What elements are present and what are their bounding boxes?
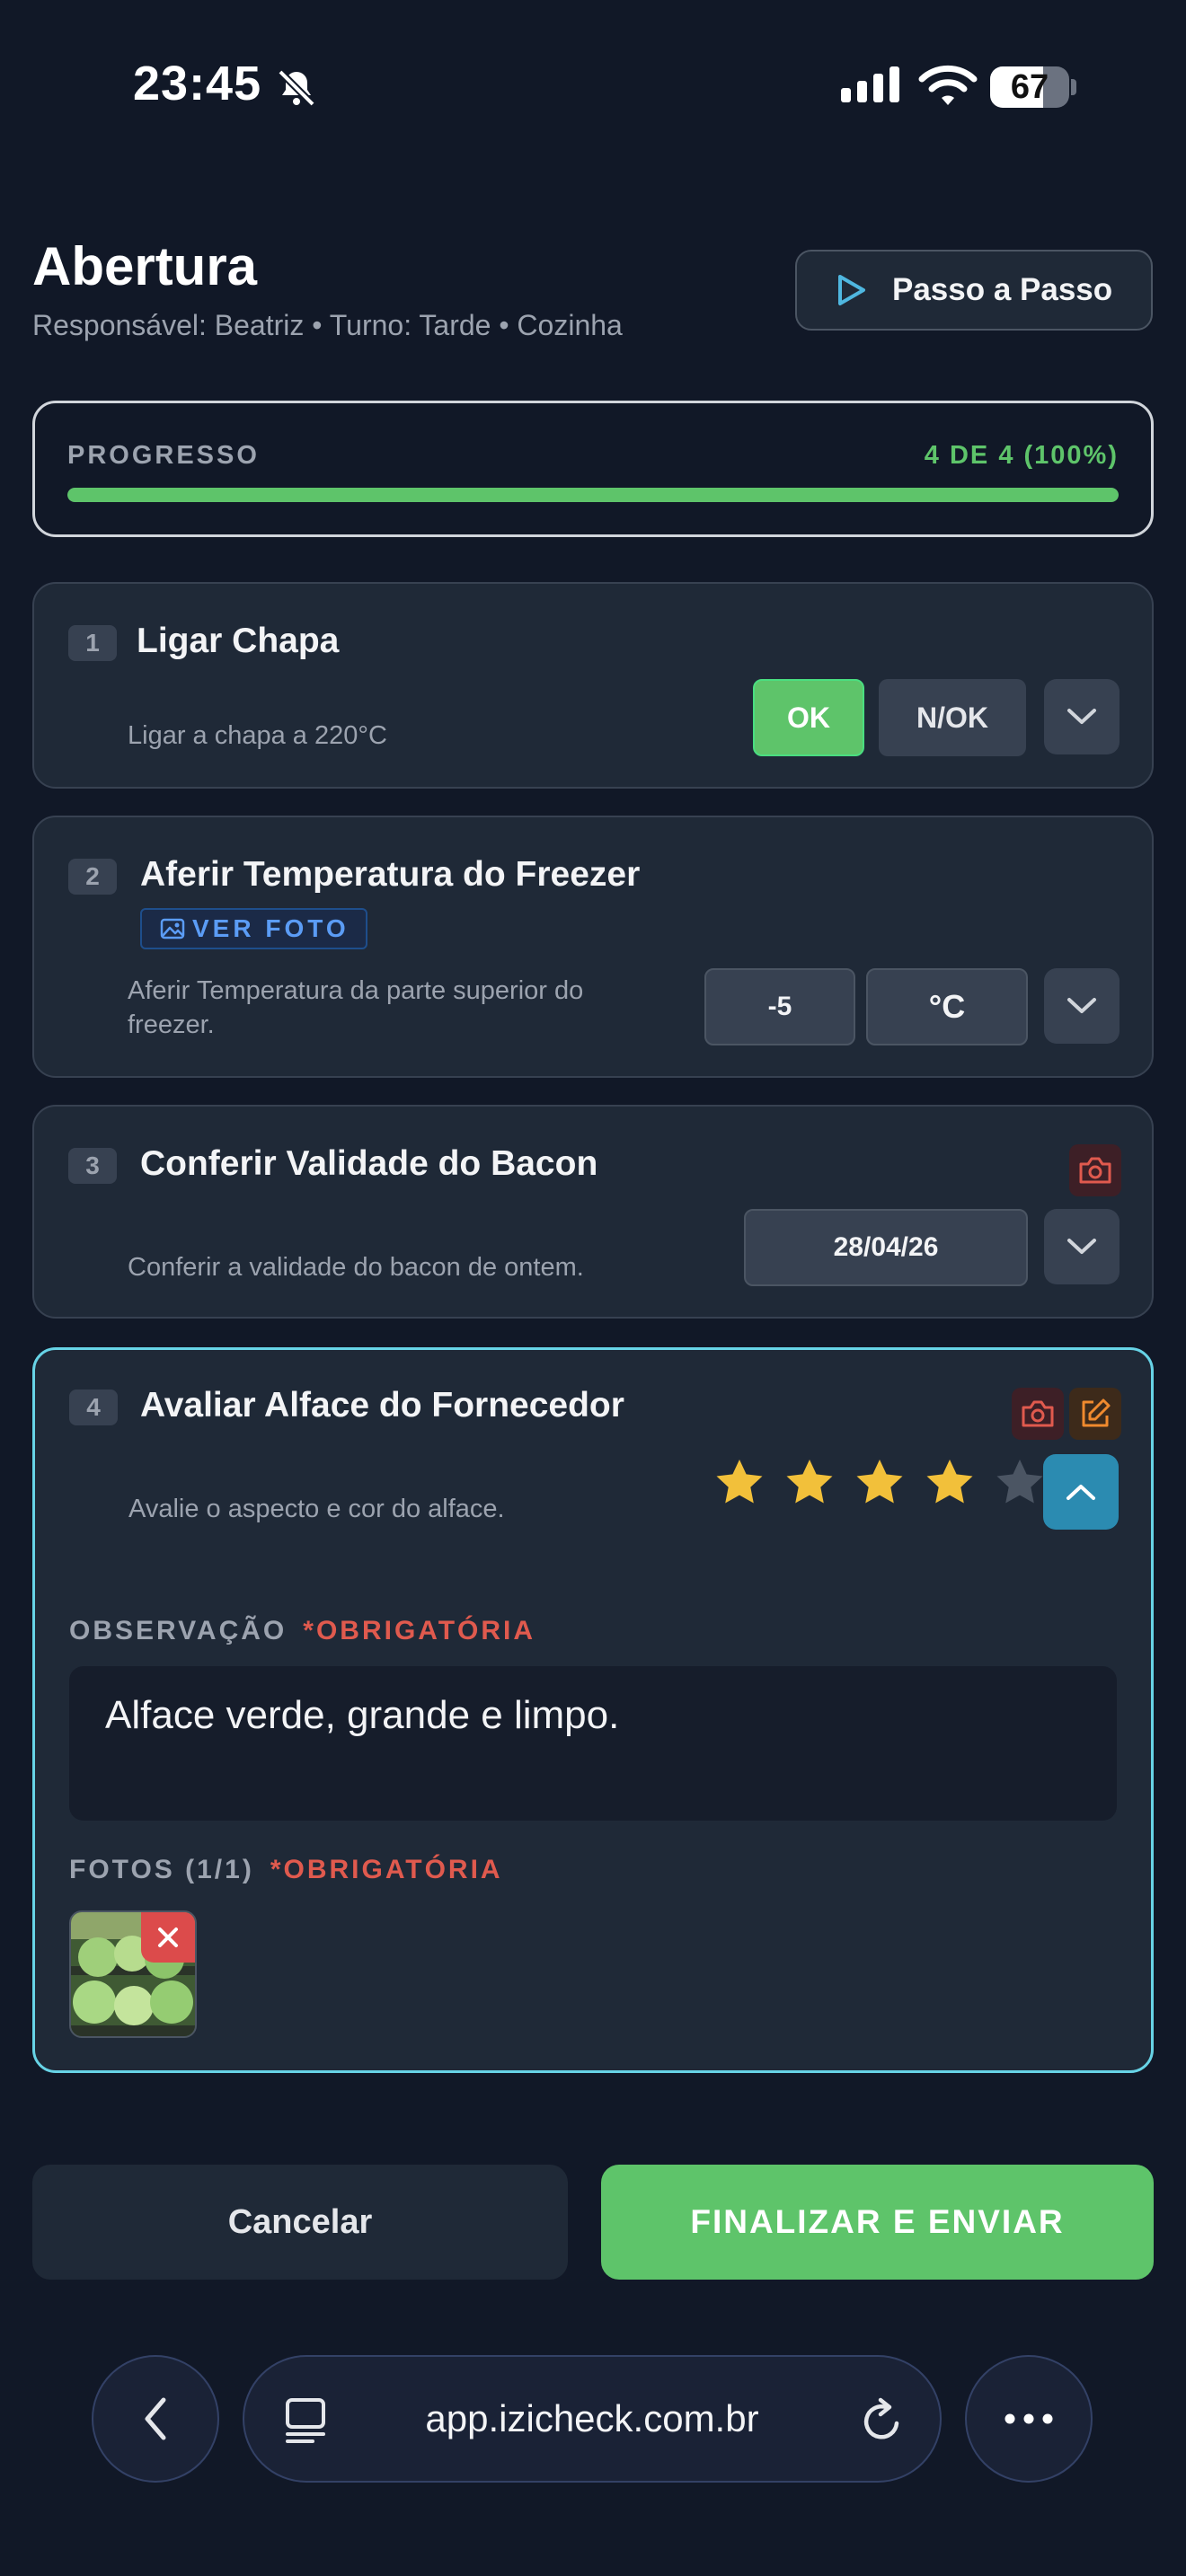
back-button[interactable] — [92, 2355, 219, 2483]
item-title: Avaliar Alface do Fornecedor — [140, 1386, 624, 1425]
camera-icon — [1079, 1157, 1111, 1184]
progress-panel: PROGRESSO 4 DE 4 (100%) — [32, 401, 1154, 537]
edit-icon — [1082, 1398, 1111, 1427]
checklist-item-4: 4 Avaliar Alface do Fornecedor Avalie o … — [32, 1347, 1154, 2073]
image-icon — [160, 918, 185, 940]
date-input[interactable]: 28/04/26 — [744, 1209, 1028, 1286]
page-subtitle: Responsável: Beatriz • Turno: Tarde • Co… — [32, 309, 623, 341]
wifi-icon — [918, 65, 978, 105]
observation-textarea[interactable]: Alface verde, grande e limpo. — [69, 1666, 1117, 1821]
remove-photo-button[interactable] — [141, 1912, 195, 1963]
progress-value: 4 DE 4 (100%) — [924, 441, 1119, 470]
item-title: Aferir Temperatura do Freezer — [140, 855, 641, 894]
star-filled-icon[interactable] — [923, 1456, 977, 1510]
star-filled-icon[interactable] — [853, 1456, 907, 1510]
checklist-item-1: 1 Ligar Chapa Ligar a chapa a 220°C OK N… — [32, 582, 1154, 789]
collapse-button[interactable] — [1043, 1454, 1119, 1530]
page-title: Abertura — [32, 236, 258, 296]
expand-button[interactable] — [1044, 1209, 1120, 1284]
expand-button[interactable] — [1044, 679, 1120, 754]
item-description: Avalie o aspecto e cor do alface. — [128, 1495, 505, 1523]
view-photo-label: VER FOTO — [192, 914, 350, 942]
camera-button[interactable] — [1012, 1388, 1064, 1440]
item-description-line: Aferir Temperatura da parte superior do — [128, 976, 584, 1005]
photo-thumbnail[interactable] — [69, 1910, 197, 2038]
observation-label-text: OBSERVAÇÃO — [69, 1616, 288, 1645]
item-description: Ligar a chapa a 220°C — [128, 721, 387, 750]
cancel-button[interactable]: Cancelar — [32, 2165, 568, 2280]
required-marker: *OBRIGATÓRIA — [270, 1855, 503, 1884]
item-title: Ligar Chapa — [137, 622, 340, 660]
bell-muted-icon — [278, 69, 315, 107]
battery-percent: 67 — [1010, 68, 1049, 106]
camera-button[interactable] — [1069, 1144, 1121, 1196]
close-icon — [158, 1928, 178, 1947]
battery-indicator: 67 — [990, 66, 1076, 108]
more-dots-icon — [1005, 2413, 1053, 2424]
required-marker: *OBRIGATÓRIA — [303, 1616, 536, 1645]
camera-icon — [1022, 1400, 1054, 1427]
cellular-signal-icon — [841, 66, 899, 102]
unit-select[interactable]: °C — [866, 968, 1028, 1045]
star-filled-icon[interactable] — [712, 1456, 766, 1510]
temperature-input[interactable]: -5 — [704, 968, 855, 1045]
checklist-item-2: 2 Aferir Temperatura do Freezer VER FOTO… — [32, 816, 1154, 1078]
edit-button[interactable] — [1069, 1388, 1121, 1440]
reload-icon[interactable] — [859, 2396, 906, 2445]
item-number: 1 — [68, 625, 117, 661]
star-empty-icon[interactable] — [993, 1456, 1047, 1510]
walkthrough-button[interactable]: Passo a Passo — [795, 250, 1153, 331]
item-title: Conferir Validade do Bacon — [140, 1144, 598, 1183]
item-number: 4 — [69, 1389, 118, 1425]
star-filled-icon[interactable] — [783, 1456, 836, 1510]
chevron-left-icon — [145, 2397, 166, 2440]
chevron-down-icon — [1067, 998, 1096, 1013]
view-photo-link[interactable]: VER FOTO — [140, 908, 367, 949]
chevron-down-icon — [1067, 1239, 1096, 1254]
progress-label: PROGRESSO — [67, 441, 260, 470]
address-bar[interactable]: app.izicheck.com.br — [243, 2355, 942, 2483]
item-number: 2 — [68, 859, 117, 895]
submit-button[interactable]: FINALIZAR E ENVIAR — [601, 2165, 1154, 2280]
more-options-button[interactable] — [965, 2355, 1093, 2483]
ok-button[interactable]: OK — [753, 679, 864, 756]
play-icon — [838, 275, 865, 305]
progress-bar-fill — [67, 488, 1119, 502]
status-time: 23:45 — [133, 57, 262, 110]
url-text: app.izicheck.com.br — [425, 2397, 759, 2439]
item-description-line: freezer. — [128, 1010, 215, 1039]
photos-label: FOTOS (1/1) *OBRIGATÓRIA — [69, 1855, 503, 1885]
observation-label: OBSERVAÇÃO *OBRIGATÓRIA — [69, 1616, 535, 1646]
walkthrough-button-label: Passo a Passo — [892, 272, 1113, 307]
item-description: Conferir a validade do bacon de ontem. — [128, 1253, 584, 1282]
item-description: Aferir Temperatura da parte superior do … — [128, 974, 583, 1042]
checklist-item-3: 3 Conferir Validade do Bacon Conferir a … — [32, 1105, 1154, 1319]
nok-button[interactable]: N/OK — [879, 679, 1026, 756]
item-number: 3 — [68, 1148, 117, 1184]
expand-button[interactable] — [1044, 968, 1120, 1044]
chevron-up-icon — [1067, 1485, 1095, 1500]
progress-track — [67, 488, 1119, 502]
chevron-down-icon — [1067, 709, 1096, 724]
photos-label-text: FOTOS (1/1) — [69, 1855, 254, 1884]
